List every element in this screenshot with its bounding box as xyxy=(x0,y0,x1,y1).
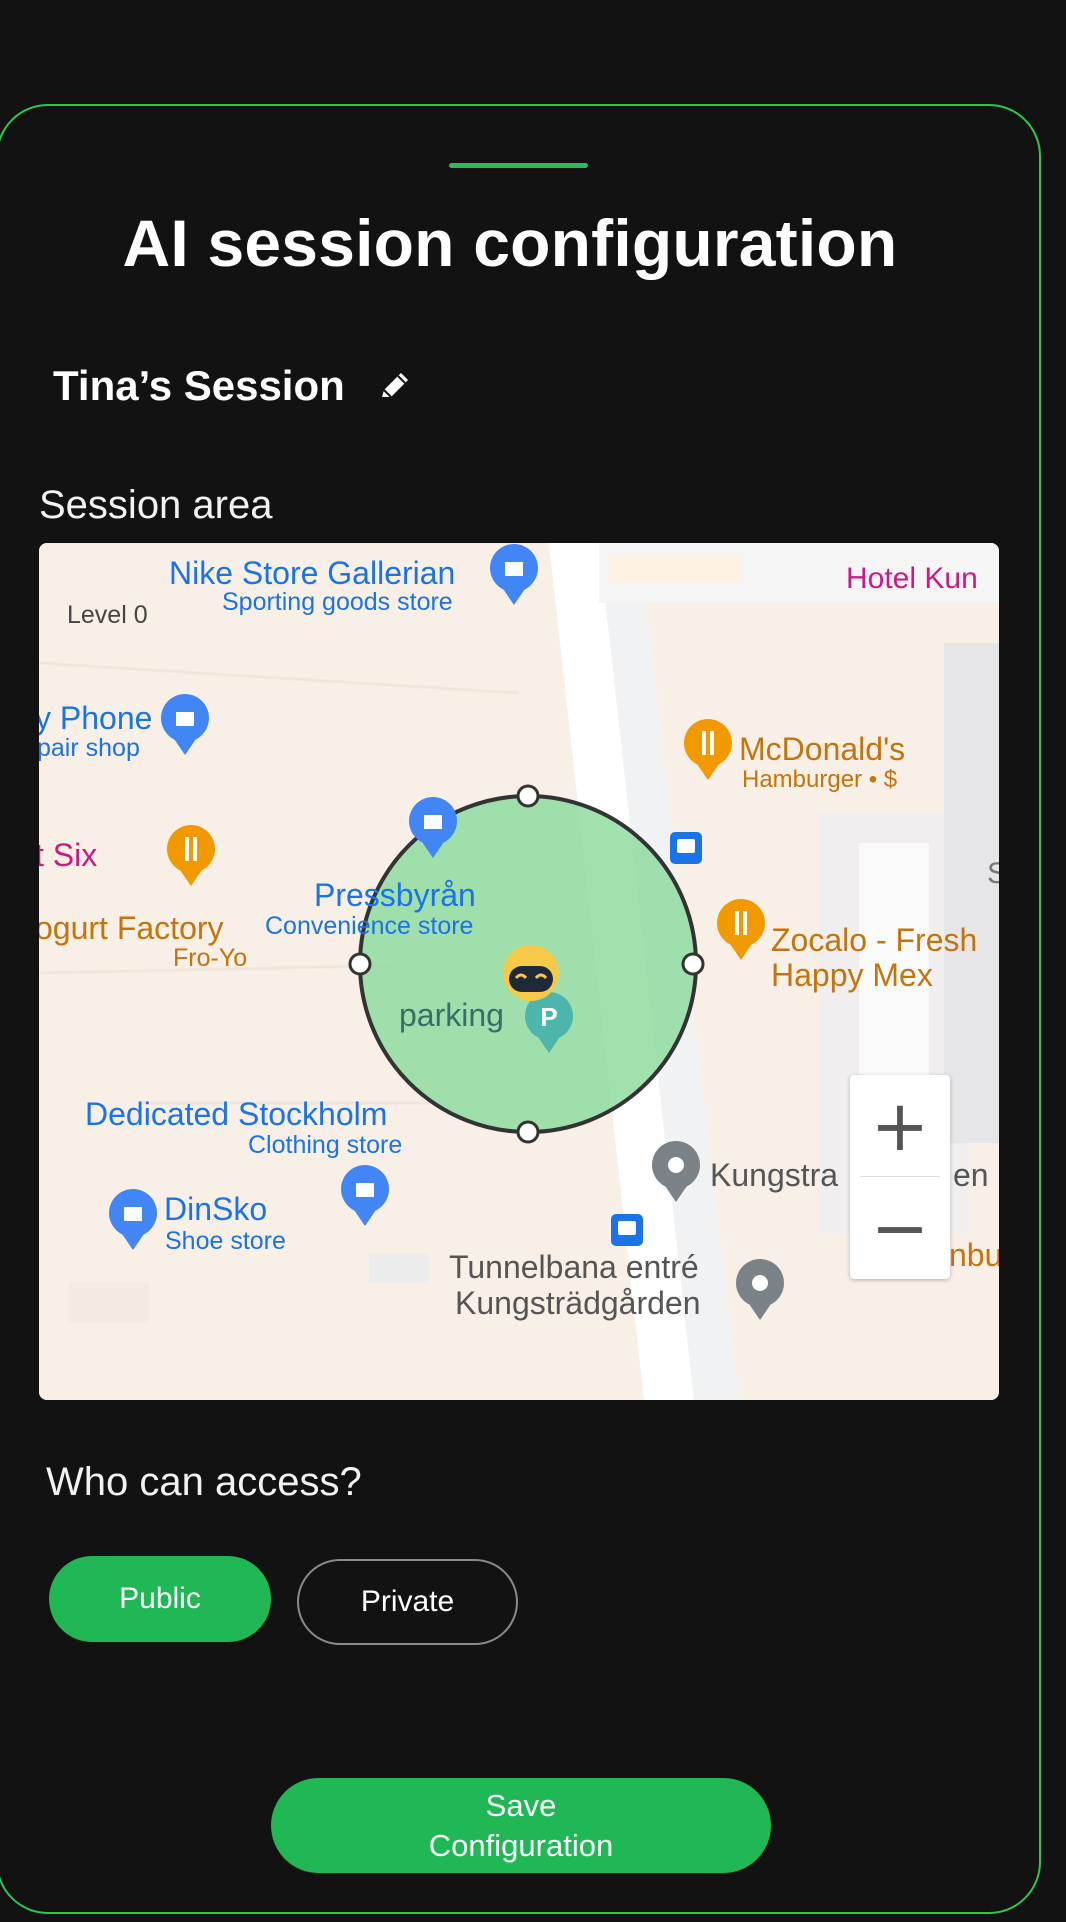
map-label: pair shop xyxy=(39,734,140,762)
zoom-in-button[interactable]: + xyxy=(850,1075,950,1176)
map-label: Hamburger • $ xyxy=(742,766,897,793)
drag-handle[interactable] xyxy=(449,163,588,168)
resize-handle-right[interactable] xyxy=(681,952,705,976)
map-label: Clothing store xyxy=(248,1131,402,1159)
map-label: ogurt Factory xyxy=(39,910,224,946)
map-label: Pressbyrån xyxy=(314,877,476,913)
resize-handle-bottom[interactable] xyxy=(516,1120,540,1144)
session-area-map[interactable]: P Nike Store Gallerian Sporting goods st… xyxy=(39,543,999,1400)
map-label: Hotel Kun xyxy=(846,562,978,595)
session-area-label: Session area xyxy=(39,483,273,527)
map-label: Happy Mex xyxy=(771,957,933,993)
map-label: Dedicated Stockholm xyxy=(85,1096,387,1132)
map-label: Kungsträdgården xyxy=(455,1285,701,1321)
map-label: S xyxy=(987,857,999,890)
pencil-icon[interactable] xyxy=(375,366,415,406)
private-option-button[interactable]: Private xyxy=(297,1559,518,1645)
map-label: parking xyxy=(399,997,504,1033)
robot-avatar-icon xyxy=(503,945,559,1001)
zoom-controls: + − xyxy=(850,1075,950,1279)
public-option-button[interactable]: Public xyxy=(49,1556,271,1642)
access-label: Who can access? xyxy=(46,1460,362,1504)
map-label: McDonald's xyxy=(739,731,905,767)
session-name: Tina’s Session xyxy=(53,362,345,409)
map-label: t Six xyxy=(39,837,97,873)
map-label: nbu xyxy=(949,1237,999,1273)
map-label: Convenience store xyxy=(265,912,473,940)
map-label: Level 0 xyxy=(67,601,148,629)
bus-stop-icon xyxy=(670,832,702,864)
map-label: Shoe store xyxy=(165,1227,286,1255)
map-label: Zocalo - Fresh xyxy=(771,922,977,958)
map-label: Nike Store Gallerian xyxy=(169,555,455,591)
map-label: DinSko xyxy=(164,1191,267,1227)
map-label: en i xyxy=(953,1157,999,1193)
map-label: y Phone xyxy=(39,700,152,736)
map-label: Kungstra xyxy=(710,1157,838,1193)
map-label: Sporting goods store xyxy=(222,588,453,616)
map-label: Tunnelbana entré xyxy=(449,1249,699,1285)
bus-stop-icon xyxy=(611,1214,643,1246)
save-configuration-button[interactable]: Save Configuration xyxy=(271,1778,771,1873)
zoom-out-button[interactable]: − xyxy=(850,1177,950,1278)
resize-handle-left[interactable] xyxy=(348,952,372,976)
svg-text:P: P xyxy=(540,1002,557,1032)
map-label: Fro-Yo xyxy=(173,944,247,972)
resize-handle-top[interactable] xyxy=(516,784,540,808)
page-title: AI session configuration xyxy=(122,206,898,280)
